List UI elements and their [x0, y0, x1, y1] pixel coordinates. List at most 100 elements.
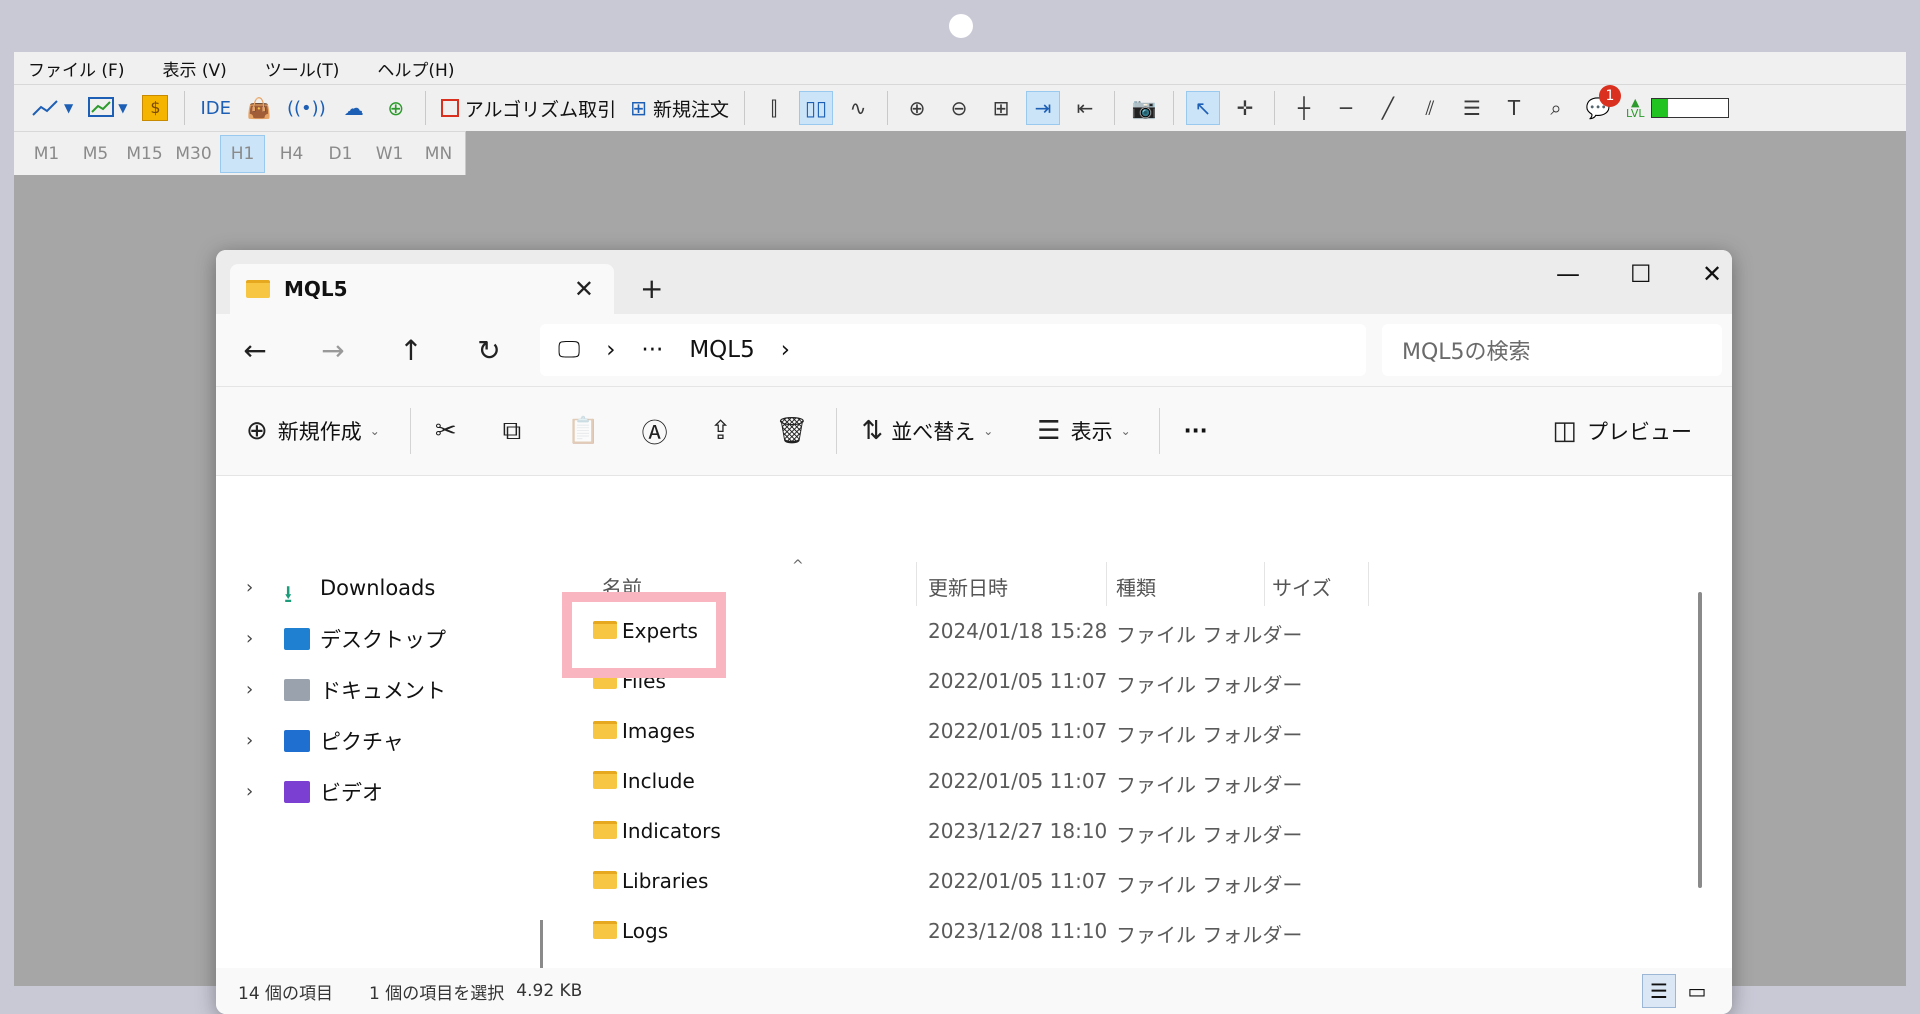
nav-item-2[interactable]: › ドキュメント — [216, 664, 532, 715]
timeframe-mn[interactable]: MN — [416, 135, 461, 173]
breadcrumb-ellipsis[interactable]: ··· — [641, 337, 663, 363]
fibonacci-button[interactable]: ☰ — [1455, 91, 1489, 125]
chart-shift-button[interactable]: ⇤ — [1068, 91, 1102, 125]
new-button[interactable]: ⊕ 新規作成 ⌄ — [246, 416, 380, 446]
search-button[interactable]: ⌕ — [1539, 91, 1573, 125]
file-row-images[interactable]: Images 2022/01/05 11:07 ファイル フォルダー — [556, 706, 1710, 756]
tiles-view-button[interactable]: ▭ — [1680, 974, 1714, 1008]
view-button[interactable]: ☰ 表示 ⌄ — [1037, 416, 1130, 446]
file-row-indicators[interactable]: Indicators 2023/12/27 18:10 ファイル フォルダー — [556, 806, 1710, 856]
refresh-button[interactable]: ↻ — [450, 334, 528, 367]
column-divider[interactable] — [1368, 562, 1369, 606]
horizontal-line-button[interactable]: ─ — [1329, 91, 1363, 125]
timeframe-w1[interactable]: W1 — [367, 135, 412, 173]
timeframe-m15[interactable]: M15 — [122, 135, 167, 173]
chevron-down-icon: ▼ — [64, 101, 74, 115]
file-row-logs[interactable]: Logs 2023/12/08 11:10 ファイル フォルダー — [556, 906, 1710, 956]
zoom-out-button[interactable]: ⊖ — [942, 91, 976, 125]
zoom-in-button[interactable]: ⊕ — [900, 91, 934, 125]
nav-item-0[interactable]: › ⭳ Downloads — [216, 562, 532, 613]
new-tab-button[interactable]: + — [640, 272, 663, 305]
menu-view[interactable]: 表示 (V) — [162, 56, 226, 81]
algo-trading-button[interactable]: アルゴリズム取引 — [438, 91, 619, 125]
rename-button[interactable]: Ⓐ — [642, 413, 668, 450]
minimize-button[interactable]: — — [1556, 260, 1580, 288]
toolbar-separator — [1172, 91, 1174, 125]
timeframe-h4[interactable]: H4 — [269, 135, 314, 173]
column-name[interactable]: 名前 — [602, 572, 642, 601]
notifications-button[interactable]: 💬 1 — [1581, 85, 1621, 125]
auto-scroll-button[interactable]: ⇥ — [1025, 91, 1060, 125]
breadcrumb-current[interactable]: MQL5 — [689, 337, 754, 363]
timeframe-m5[interactable]: M5 — [73, 135, 118, 173]
up-button[interactable]: ↑ — [372, 334, 450, 367]
timeframe-d1[interactable]: D1 — [318, 135, 363, 173]
search-input[interactable]: MQL5の検索 — [1382, 324, 1722, 376]
copy-button[interactable]: ⧉ — [503, 416, 522, 447]
cursor-button[interactable]: ↖ — [1185, 91, 1220, 125]
line-button[interactable]: ∿ — [841, 91, 875, 125]
share-button[interactable]: ⇪ — [710, 416, 732, 446]
menu-help[interactable]: ヘルプ(H) — [377, 56, 454, 81]
column-divider[interactable] — [916, 562, 917, 606]
file-row-libraries[interactable]: Libraries 2022/01/05 11:07 ファイル フォルダー — [556, 856, 1710, 906]
tab-close-icon[interactable]: ✕ — [574, 275, 594, 303]
explorer-tab[interactable]: MQL5 ✕ — [230, 264, 614, 314]
timeframe-m1[interactable]: M1 — [24, 135, 69, 173]
cut-button[interactable]: ✂ — [435, 416, 457, 446]
column-size[interactable]: サイズ — [1272, 572, 1331, 601]
folder-icon — [593, 771, 617, 789]
expand-chevron-icon[interactable]: › — [246, 628, 270, 649]
tile-windows-button[interactable]: ⊞ — [984, 91, 1018, 125]
cloud-button[interactable]: ☁ — [337, 91, 371, 125]
timeframe-m30[interactable]: M30 — [171, 135, 216, 173]
back-button[interactable]: ← — [216, 334, 294, 367]
sort-button[interactable]: ⇅ 並べ替え ⌄ — [861, 416, 993, 446]
channel-button[interactable]: ⫽ — [1413, 91, 1447, 125]
address-bar[interactable]: 🖵 › ··· MQL5 › — [540, 324, 1366, 376]
vertical-line-button[interactable]: ┼ — [1287, 91, 1321, 125]
column-type[interactable]: 種類 — [1116, 572, 1156, 601]
picture-icon — [284, 729, 310, 752]
text-button[interactable]: T — [1497, 91, 1531, 125]
column-modified[interactable]: 更新日時 — [928, 572, 1008, 601]
crosshair-button[interactable]: ✛ — [1228, 91, 1262, 125]
chart-templates-dropdown-button[interactable]: ▼ — [84, 91, 130, 125]
paste-button[interactable]: 📋 — [567, 416, 599, 446]
more-options-button[interactable]: ··· — [1184, 419, 1208, 443]
screenshot-button[interactable]: 📷 — [1127, 91, 1161, 125]
column-divider[interactable] — [1264, 562, 1265, 606]
file-row-experts[interactable]: Experts 2024/01/18 15:28 ファイル フォルダー — [556, 606, 1710, 656]
trendline-button[interactable]: ╱ — [1371, 91, 1405, 125]
nav-item-4[interactable]: › ビデオ — [216, 766, 532, 817]
bar-chart-button[interactable]: ⫿ — [757, 91, 791, 125]
forward-button[interactable]: → — [294, 334, 372, 367]
expand-chevron-icon[interactable]: › — [246, 679, 270, 700]
vps-button[interactable]: ⊕ — [379, 91, 413, 125]
breadcrumb-separator[interactable]: › — [781, 337, 790, 363]
close-window-button[interactable]: ✕ — [1702, 260, 1722, 288]
file-row-include[interactable]: Include 2022/01/05 11:07 ファイル フォルダー — [556, 756, 1710, 806]
market-button[interactable]: $ — [138, 91, 172, 125]
expand-chevron-icon[interactable]: › — [246, 781, 270, 802]
file-list-scrollbar[interactable] — [1698, 592, 1702, 888]
nav-item-1[interactable]: › デスクトップ — [216, 613, 532, 664]
expand-chevron-icon[interactable]: › — [246, 730, 270, 751]
column-divider[interactable] — [1106, 562, 1107, 606]
preview-button[interactable]: ◫ プレビュー — [1552, 416, 1692, 446]
new-order-button[interactable]: ⊞ 新規注文 — [627, 91, 732, 125]
timeframe-h1[interactable]: H1 — [220, 134, 265, 173]
ide-button[interactable]: IDE — [197, 91, 234, 125]
line-chart-dropdown-button[interactable]: ▼ — [28, 91, 76, 125]
menu-file[interactable]: ファイル (F) — [28, 56, 124, 81]
details-view-button[interactable]: ☰ — [1642, 974, 1676, 1008]
maximize-button[interactable]: ☐ — [1630, 260, 1652, 288]
signals-button[interactable]: ((•)) — [284, 91, 329, 125]
candlestick-button[interactable]: ▯▯ — [798, 91, 833, 125]
shopping-bag-button[interactable]: 👜 — [242, 91, 276, 125]
file-row-files[interactable]: Files 2022/01/05 11:07 ファイル フォルダー — [556, 656, 1710, 706]
nav-item-3[interactable]: › ピクチャ — [216, 715, 532, 766]
menu-tools[interactable]: ツール(T) — [265, 56, 340, 81]
expand-chevron-icon[interactable]: › — [246, 577, 270, 598]
delete-button[interactable]: 🗑 — [775, 416, 808, 446]
